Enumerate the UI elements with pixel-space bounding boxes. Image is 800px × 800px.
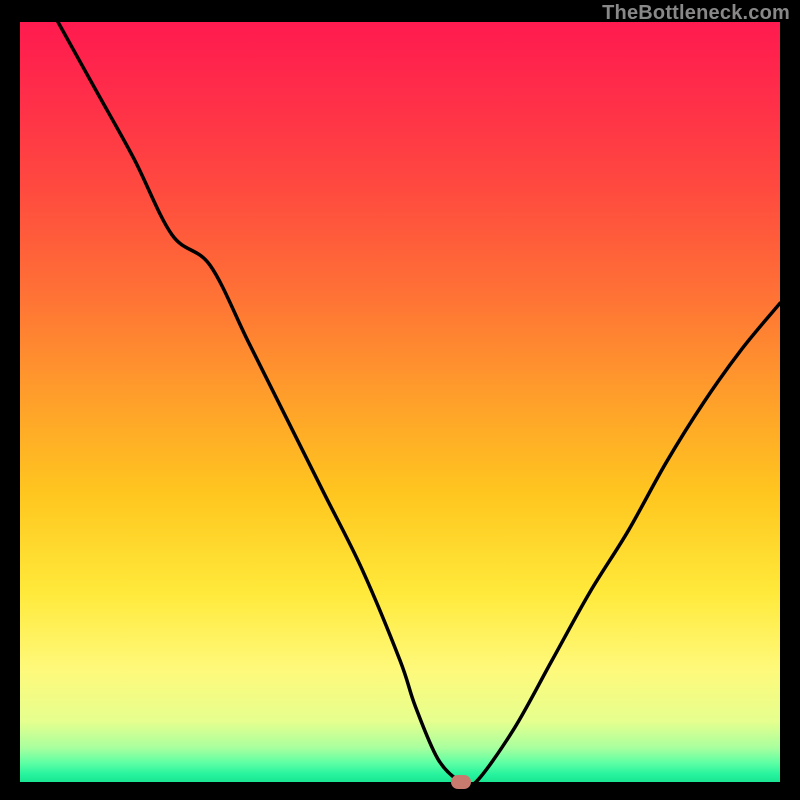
figure-root: TheBottleneck.com: [0, 0, 800, 800]
chart-svg: [20, 22, 780, 782]
watermark-text: TheBottleneck.com: [602, 2, 790, 25]
gradient-background: [20, 22, 780, 782]
current-point-marker: [451, 775, 471, 789]
plot-area: [20, 22, 780, 782]
